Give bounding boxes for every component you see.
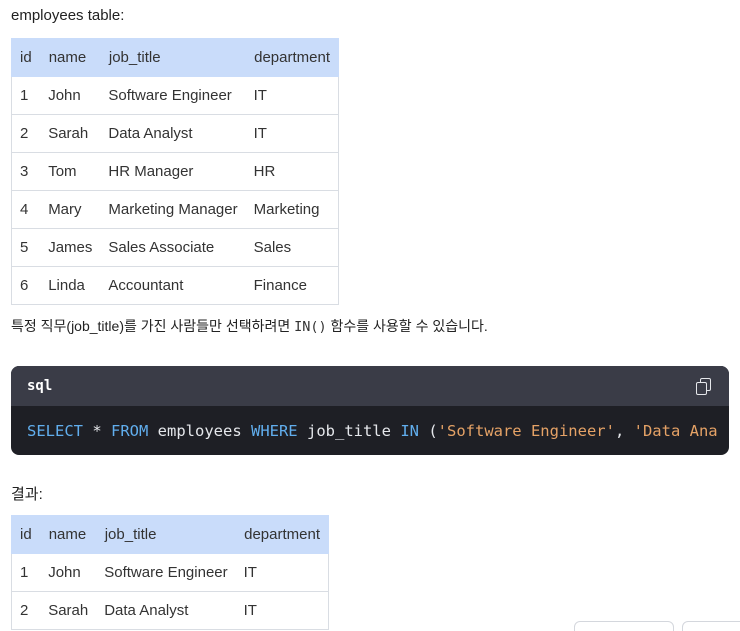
table-cell: James — [40, 228, 101, 267]
table-cell: IT — [235, 553, 329, 592]
code-keyword: IN — [400, 421, 419, 440]
table-cell: IT — [235, 591, 329, 630]
table-cell: 4 — [11, 190, 41, 229]
table-header-row: id name job_title department — [11, 38, 339, 77]
table-caption-employees: employees table: — [11, 7, 125, 24]
table-cell: Finance — [245, 266, 339, 305]
table-cell: Data Analyst — [100, 114, 246, 153]
table-cell: HR Manager — [100, 152, 246, 191]
column-header: name — [39, 38, 101, 77]
table-cell: 2 — [11, 114, 41, 153]
action-button[interactable] — [682, 621, 740, 631]
table-row: 2 Sarah Data Analyst IT — [11, 591, 329, 630]
column-header: id — [11, 515, 41, 554]
table-cell: Sales — [245, 228, 339, 267]
column-header: department — [235, 515, 330, 554]
table-row: 1 John Software Engineer IT — [11, 76, 339, 115]
action-button[interactable] — [574, 621, 674, 631]
table-row: 6 Linda Accountant Finance — [11, 266, 339, 305]
table-cell: Software Engineer — [100, 76, 246, 115]
inline-code-in: IN() — [294, 319, 327, 335]
paragraph-text-before: 특정 직무(job_title)를 가진 사람들만 선택하려면 — [11, 318, 295, 334]
code-block-header: sql — [11, 366, 729, 406]
table-cell: 5 — [11, 228, 41, 267]
sql-code-block: sql SELECT * FROM employees WHERE job_ti… — [11, 366, 729, 455]
table-cell: 3 — [11, 152, 41, 191]
column-header: id — [11, 38, 41, 77]
table-cell: Marketing Manager — [100, 190, 246, 229]
code-string: 'Software Engineer' — [437, 421, 615, 440]
employees-table: id name job_title department 1 John Software … — [11, 38, 339, 305]
code-text: , — [614, 421, 634, 440]
code-content: SELECT * FROM employees WHERE job_title … — [11, 406, 729, 455]
table-cell: Sarah — [40, 114, 101, 153]
table-cell: Sales Associate — [100, 228, 246, 267]
table-row: 5 James Sales Associate Sales — [11, 228, 339, 267]
table-header-row: id name job_title department — [11, 515, 330, 554]
table-cell: Tom — [40, 152, 101, 191]
table-cell: Data Analyst — [96, 591, 236, 630]
column-header: department — [245, 38, 339, 77]
table-cell: 2 — [11, 591, 41, 630]
table-cell: Mary — [40, 190, 101, 229]
table-cell: IT — [245, 114, 339, 153]
table-row: 4 Mary Marketing Manager Marketing — [11, 190, 339, 229]
table-cell: Marketing — [245, 190, 339, 229]
paragraph-text-after: 함수를 사용할 수 있습니다. — [326, 318, 488, 334]
code-keyword: WHERE — [250, 421, 298, 440]
table-cell: Accountant — [100, 266, 246, 305]
table-cell: 1 — [11, 553, 41, 592]
table-row: 1 John Software Engineer IT — [11, 553, 329, 592]
code-string: 'Data Ana — [633, 421, 718, 440]
table-cell: IT — [245, 76, 339, 115]
code-keyword: FROM — [111, 421, 149, 440]
table-cell: John — [40, 553, 97, 592]
copy-icon[interactable] — [695, 377, 713, 395]
code-text: * — [83, 421, 111, 440]
table-cell: Linda — [40, 266, 101, 305]
column-header: name — [39, 515, 97, 554]
code-language-label: sql — [27, 378, 53, 394]
table-cell: Sarah — [40, 591, 97, 630]
result-table: id name job_title department 1 John Software … — [11, 515, 330, 630]
table-row: 3 Tom HR Manager HR — [11, 152, 339, 191]
result-caption: 결과: — [11, 486, 43, 503]
explanation-paragraph: 특정 직무(job_title)를 가진 사람들만 선택하려면 IN() 함수를… — [11, 316, 488, 336]
column-header: job_title — [95, 515, 237, 554]
table-cell: 1 — [11, 76, 41, 115]
code-text: job_title — [297, 421, 401, 440]
table-cell: Software Engineer — [96, 553, 236, 592]
table-cell: 6 — [11, 266, 41, 305]
code-text: ( — [418, 421, 438, 440]
code-keyword: SELECT — [27, 421, 83, 440]
table-cell: John — [40, 76, 101, 115]
table-row: 2 Sarah Data Analyst IT — [11, 114, 339, 153]
code-text: employees — [148, 421, 251, 440]
table-cell: HR — [245, 152, 339, 191]
column-header: job_title — [99, 38, 247, 77]
